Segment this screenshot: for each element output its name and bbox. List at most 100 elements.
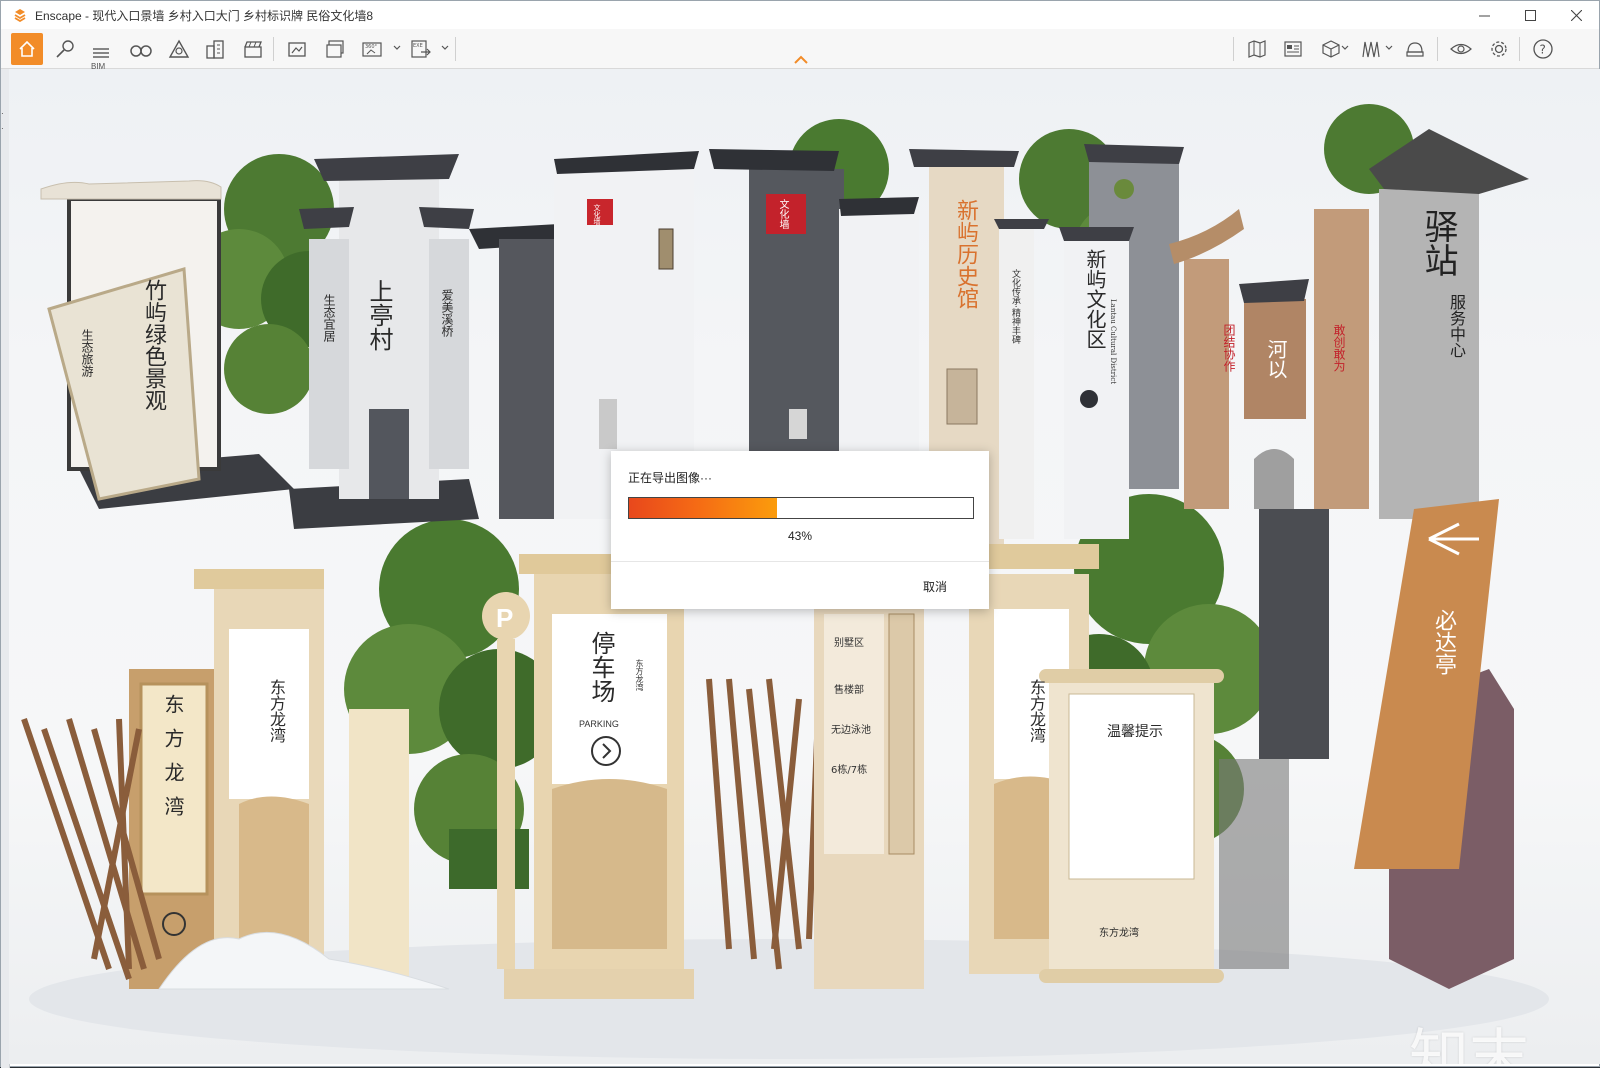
sign-text: 售楼部 xyxy=(834,685,864,696)
gear-icon xyxy=(1491,41,1507,57)
home-button[interactable] xyxy=(11,33,43,65)
sign-text: 东方龙湾 xyxy=(1027,679,1046,743)
window-controls xyxy=(1461,1,1599,29)
video-editor-button[interactable] xyxy=(237,33,269,65)
batch-render-button[interactable] xyxy=(319,33,351,65)
panorama-icon: 360° xyxy=(362,42,382,57)
progress-percent: 43% xyxy=(787,529,813,543)
gallery-button[interactable] xyxy=(1277,33,1309,65)
cancel-button[interactable]: 取消 xyxy=(923,578,947,595)
building-icon xyxy=(206,40,224,59)
sign-text: 文化墙 xyxy=(593,204,601,225)
close-button[interactable] xyxy=(1553,1,1599,29)
bamboo-fence-center xyxy=(706,678,822,970)
sign-text: 上亭村 xyxy=(365,279,393,351)
views-button[interactable] xyxy=(125,33,157,65)
clapper-icon xyxy=(244,41,262,58)
dialog-divider xyxy=(611,561,989,562)
progress-fill xyxy=(629,498,777,518)
materials-dropdown-chevron-down-icon[interactable] xyxy=(1341,44,1349,52)
sign-bida-pavilion xyxy=(1354,499,1514,989)
sketch-mode-button[interactable] xyxy=(1355,33,1387,65)
svg-text:EXE: EXE xyxy=(413,43,423,49)
sign-text: 东方龙湾 xyxy=(161,694,185,830)
sign-text: 温馨提示 xyxy=(1107,724,1163,740)
screenshot-icon xyxy=(288,42,306,57)
home-icon xyxy=(19,40,35,57)
sketch-dropdown-chevron-down-icon[interactable] xyxy=(1385,44,1393,52)
toolbar-separator xyxy=(1437,37,1438,61)
visual-settings-icon xyxy=(168,39,190,58)
toolbar-separator xyxy=(1519,37,1520,61)
minimize-button[interactable] xyxy=(1461,1,1507,29)
map-button[interactable] xyxy=(1241,33,1273,65)
sign-text: 别墅区 xyxy=(834,638,864,649)
eye-icon xyxy=(1450,43,1472,55)
exe-export-button[interactable]: EXE xyxy=(405,33,437,65)
sign-text: 6栋/7栋 xyxy=(831,765,868,776)
svg-text:?: ? xyxy=(1540,43,1546,57)
sign-text: 东方龙湾 xyxy=(267,679,286,743)
sign-text: 文化墙 xyxy=(777,199,788,229)
bim-button[interactable] xyxy=(85,33,117,65)
edge-marker: · xyxy=(1,109,4,118)
sign-text: 团结协作 xyxy=(1222,324,1236,372)
panorama-dropdown-chevron-down-icon[interactable] xyxy=(393,44,401,52)
collaboration-button[interactable] xyxy=(1399,33,1431,65)
binoculars-icon xyxy=(130,45,152,57)
watermark-logo: 知末 xyxy=(1409,1023,1529,1064)
sign-text: 竹屿绿色景观 xyxy=(141,279,166,411)
gallery-icon xyxy=(1284,41,1302,57)
edge-marker: · xyxy=(1,124,4,133)
export-dropdown-chevron-down-icon[interactable] xyxy=(441,44,449,52)
sign-text: 河以 xyxy=(1264,339,1288,379)
sign-text: 敢创敢为 xyxy=(1332,324,1346,372)
collapse-toolbar-chevron-up-icon[interactable] xyxy=(793,55,809,65)
help-button[interactable]: ? xyxy=(1527,33,1559,65)
export-progress-bar xyxy=(628,497,974,519)
dialog-title: 正在导出图像··· xyxy=(628,471,712,485)
export-progress-dialog: 正在导出图像··· 43% 取消 xyxy=(611,451,989,609)
sign-parking xyxy=(504,554,694,999)
sign-text: Lantau Cultural District xyxy=(1109,299,1117,385)
sign-metal-frame xyxy=(1219,509,1329,969)
toolbar-separator xyxy=(455,37,456,61)
screenshot-button[interactable] xyxy=(281,33,313,65)
sign-text: 服务中心 xyxy=(1447,294,1466,358)
sign-text: 无边泳池 xyxy=(831,725,871,736)
sign-text: 东方龙湾 xyxy=(635,659,644,691)
asset-library-button[interactable] xyxy=(49,33,81,65)
toolbar-separator xyxy=(1233,37,1234,61)
sketch-icon xyxy=(1362,41,1380,58)
sites-button[interactable] xyxy=(199,33,231,65)
view-mode-button[interactable] xyxy=(1445,33,1477,65)
sign-text: 生态宜居 xyxy=(322,294,336,342)
asset-library-icon xyxy=(56,40,74,58)
sign-text: 东方龙湾 xyxy=(1099,928,1139,939)
enscape-window: Enscape - 现代入口景墙 乡村入口大门 乡村标识牌 民俗文化墙8 BIM xyxy=(0,0,1600,1068)
visual-settings-button[interactable] xyxy=(163,33,195,65)
maximize-button[interactable] xyxy=(1507,1,1553,29)
window-title: Enscape - 现代入口景墙 乡村入口大门 乡村标识牌 民俗文化墙8 xyxy=(35,8,374,23)
help-icon: ? xyxy=(1533,39,1553,59)
toolbar-separator xyxy=(273,37,274,61)
sign-text: 驿站 xyxy=(1418,209,1458,277)
hat-icon xyxy=(1406,42,1424,57)
exe-export-icon: EXE xyxy=(411,40,431,58)
sign-directory xyxy=(814,599,924,989)
sign-text: 必达亭 xyxy=(1431,609,1456,675)
cube-icon xyxy=(1322,40,1340,58)
enscape-logo-icon xyxy=(11,6,29,24)
sign-text: PARKING xyxy=(579,719,619,729)
sign-text: 新屿文化区 xyxy=(1083,249,1107,349)
title-bar: Enscape - 现代入口景墙 乡村入口大门 乡村标识牌 民俗文化墙8 xyxy=(1,1,1599,29)
svg-text:360°: 360° xyxy=(365,44,378,50)
sign-text: 文化传承·精神丰碑 xyxy=(1010,269,1020,344)
sign-text: 生态旅游 xyxy=(80,329,94,377)
settings-button[interactable] xyxy=(1483,33,1515,65)
svg-text:P: P xyxy=(496,603,513,633)
panorama-button[interactable]: 360° xyxy=(357,33,389,65)
batch-render-icon xyxy=(326,40,344,58)
sign-text: 新屿历史馆 xyxy=(953,199,978,309)
map-icon xyxy=(1248,40,1266,58)
